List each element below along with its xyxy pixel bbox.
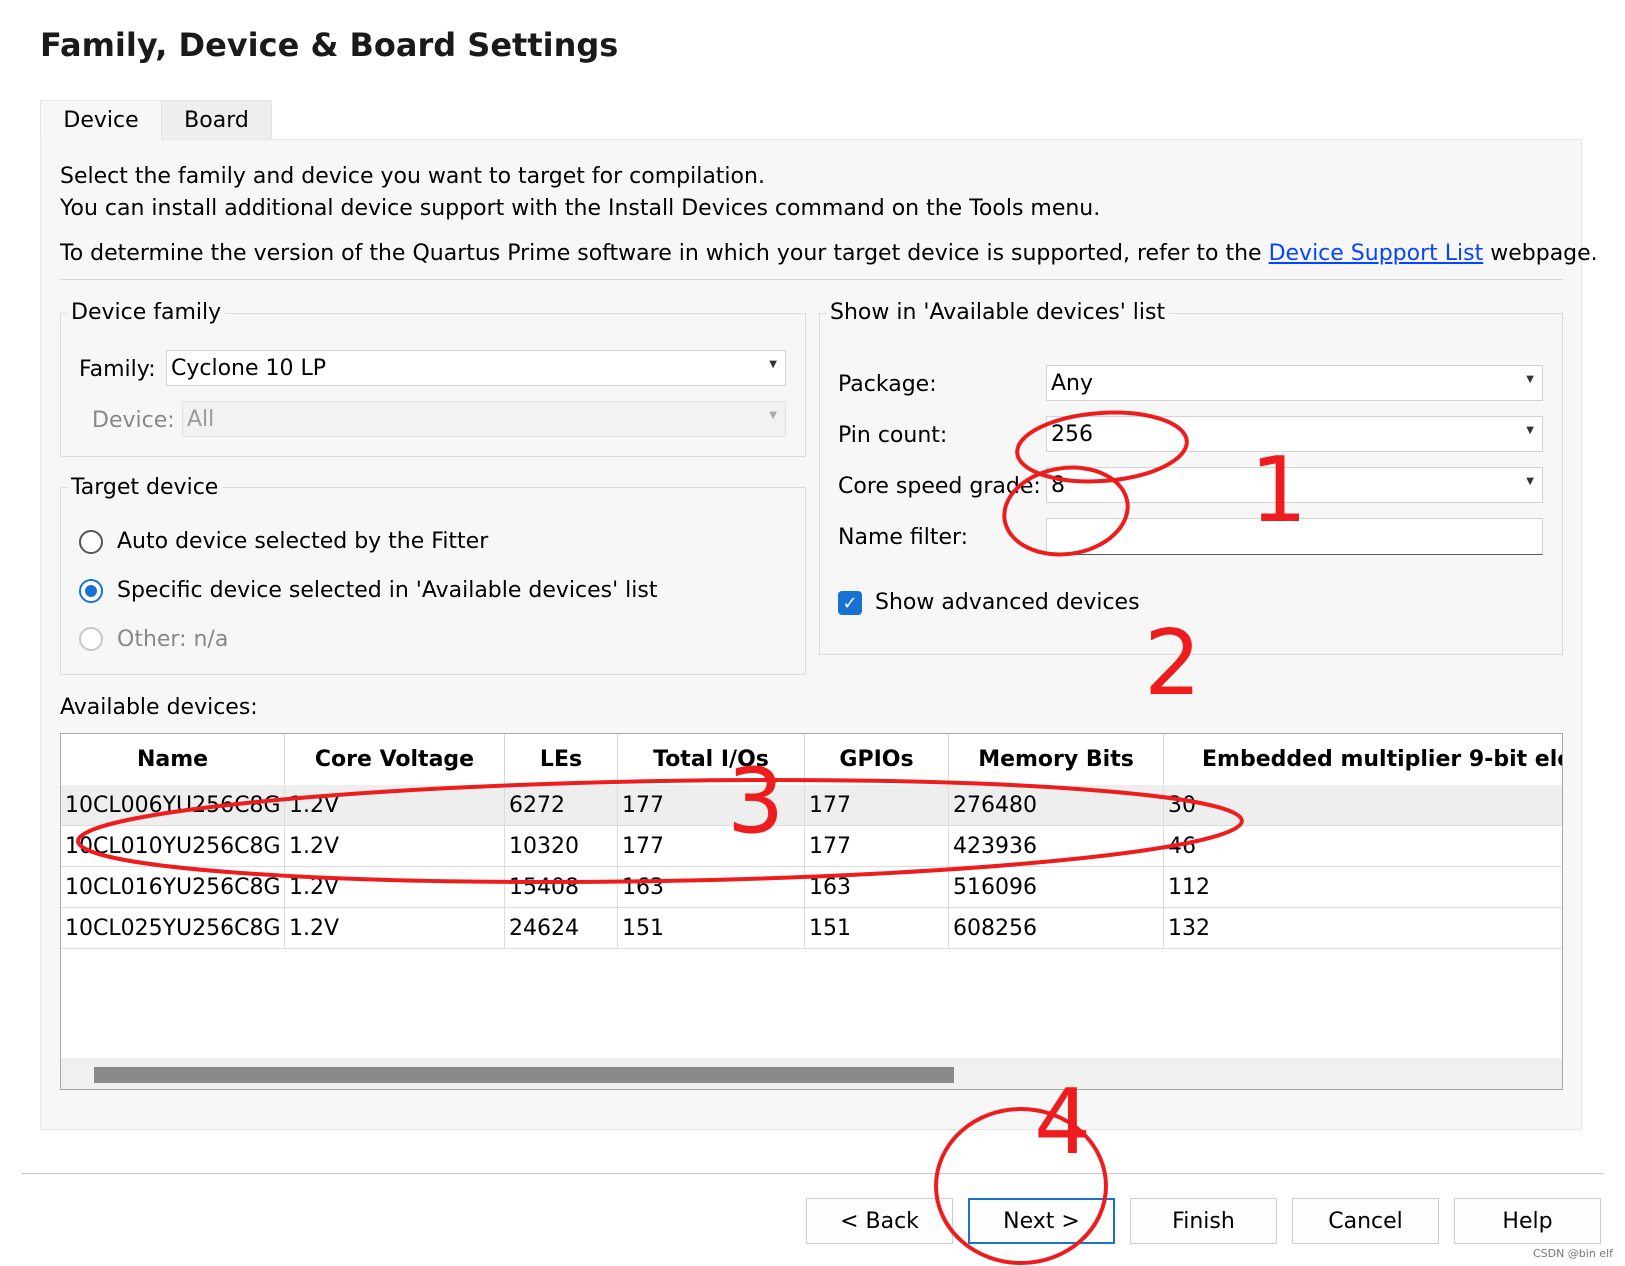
- scrollbar-thumb[interactable]: [94, 1067, 954, 1083]
- annotation-number-1: 1: [1250, 438, 1308, 543]
- cell-multipliers: 46: [1164, 826, 1562, 866]
- cell-core-voltage: 1.2V: [285, 908, 505, 948]
- pin-count-label: Pin count:: [838, 423, 948, 448]
- cell-name: 10CL025YU256C8G: [61, 908, 285, 948]
- cell-multipliers: 30: [1164, 785, 1562, 825]
- package-label: Package:: [838, 372, 937, 397]
- annotation-number-2: 2: [1144, 611, 1202, 716]
- speed-grade-value: 8: [1051, 472, 1065, 498]
- tab-device[interactable]: Device: [40, 100, 162, 140]
- intro-separator: [60, 279, 1563, 280]
- column-header-memory-bits[interactable]: Memory Bits: [949, 734, 1164, 784]
- cell-name: 10CL006YU256C8G: [61, 785, 285, 825]
- horizontal-scrollbar[interactable]: [61, 1058, 1562, 1089]
- available-devices-table: Name Core Voltage LEs Total I/Os GPIOs M…: [60, 733, 1563, 1090]
- cell-gpios: 163: [805, 867, 949, 907]
- show-advanced-checkbox[interactable]: ✓: [838, 591, 862, 615]
- intro-line-2: You can install additional device suppor…: [60, 196, 1101, 221]
- next-button[interactable]: Next >: [968, 1198, 1115, 1244]
- name-filter-label: Name filter:: [838, 525, 969, 550]
- cell-multipliers: 112: [1164, 867, 1562, 907]
- cell-memory-bits: 516096: [949, 867, 1164, 907]
- back-button[interactable]: < Back: [806, 1198, 953, 1244]
- help-button[interactable]: Help: [1454, 1198, 1601, 1244]
- chevron-down-icon: ▼: [1526, 374, 1534, 385]
- cell-les: 15408: [505, 867, 618, 907]
- other-device-label: Other: n/a: [117, 627, 229, 652]
- other-device-radio[interactable]: [79, 627, 103, 651]
- footer-separator: [22, 1173, 1604, 1174]
- package-combo[interactable]: Any ▼: [1046, 365, 1543, 401]
- family-combo[interactable]: Cyclone 10 LP ▼: [166, 350, 786, 386]
- target-device-title: Target device: [67, 475, 223, 500]
- cell-memory-bits: 276480: [949, 785, 1164, 825]
- chevron-down-icon: ▼: [769, 410, 777, 421]
- cell-name: 10CL016YU256C8G: [61, 867, 285, 907]
- device-value: All: [187, 406, 215, 432]
- cell-gpios: 177: [805, 785, 949, 825]
- cell-les: 24624: [505, 908, 618, 948]
- column-header-gpios[interactable]: GPIOs: [805, 734, 949, 784]
- tab-board[interactable]: Board: [161, 100, 272, 140]
- column-header-core-voltage[interactable]: Core Voltage: [285, 734, 505, 784]
- intro-line-3-text: To determine the version of the Quartus …: [60, 241, 1262, 266]
- cell-les: 10320: [505, 826, 618, 866]
- device-combo[interactable]: All ▼: [182, 401, 786, 437]
- cell-les: 6272: [505, 785, 618, 825]
- available-devices-label: Available devices:: [60, 695, 258, 720]
- device-family-title: Device family: [67, 300, 226, 325]
- annotation-number-3: 3: [727, 749, 785, 854]
- speed-grade-label: Core speed grade:: [838, 474, 1041, 499]
- cell-multipliers: 132: [1164, 908, 1562, 948]
- table-row[interactable]: 10CL016YU256C8G 1.2V 15408 163 163 51609…: [61, 867, 1562, 908]
- device-support-list-link[interactable]: Device Support List: [1269, 241, 1484, 266]
- cell-core-voltage: 1.2V: [285, 867, 505, 907]
- specific-device-radio[interactable]: [79, 579, 103, 603]
- show-advanced-label: Show advanced devices: [875, 590, 1140, 615]
- column-header-multipliers[interactable]: Embedded multiplier 9-bit elem: [1164, 734, 1562, 784]
- intro-line-1: Select the family and device you want to…: [60, 164, 765, 189]
- table-header: Name Core Voltage LEs Total I/Os GPIOs M…: [61, 734, 1562, 784]
- chevron-down-icon: ▼: [1526, 476, 1534, 487]
- cell-memory-bits: 423936: [949, 826, 1164, 866]
- chevron-down-icon: ▼: [1526, 425, 1534, 436]
- column-header-name[interactable]: Name: [61, 734, 285, 784]
- dialog-title: Family, Device & Board Settings: [40, 26, 619, 64]
- chevron-down-icon: ▼: [769, 359, 777, 370]
- finish-button[interactable]: Finish: [1130, 1198, 1277, 1244]
- cell-total-ios: 163: [618, 867, 805, 907]
- annotation-number-4: 4: [1034, 1070, 1092, 1175]
- cell-core-voltage: 1.2V: [285, 785, 505, 825]
- cell-core-voltage: 1.2V: [285, 826, 505, 866]
- cancel-button[interactable]: Cancel: [1292, 1198, 1439, 1244]
- table-row[interactable]: 10CL025YU256C8G 1.2V 24624 151 151 60825…: [61, 908, 1562, 949]
- watermark: CSDN @bin elf: [1532, 1247, 1613, 1260]
- cell-gpios: 177: [805, 826, 949, 866]
- cell-gpios: 151: [805, 908, 949, 948]
- show-list-title: Show in 'Available devices' list: [826, 300, 1170, 325]
- cell-memory-bits: 608256: [949, 908, 1164, 948]
- family-label: Family:: [79, 357, 156, 382]
- table-row[interactable]: 10CL006YU256C8G 1.2V 6272 177 177 276480…: [61, 785, 1562, 826]
- column-header-les[interactable]: LEs: [505, 734, 618, 784]
- package-value: Any: [1051, 370, 1094, 396]
- cell-name: 10CL010YU256C8G: [61, 826, 285, 866]
- check-icon: ✓: [842, 592, 858, 614]
- auto-device-radio[interactable]: [79, 530, 103, 554]
- intro-line-3: To determine the version of the Quartus …: [60, 241, 1598, 266]
- device-label: Device:: [92, 408, 175, 433]
- specific-device-label: Specific device selected in 'Available d…: [117, 578, 658, 603]
- pin-count-value: 256: [1051, 421, 1093, 447]
- auto-device-label: Auto device selected by the Fitter: [117, 529, 489, 554]
- family-value: Cyclone 10 LP: [171, 355, 327, 381]
- cell-total-ios: 151: [618, 908, 805, 948]
- intro-line-3-end: webpage.: [1490, 241, 1598, 266]
- table-row[interactable]: 10CL010YU256C8G 1.2V 10320 177 177 42393…: [61, 826, 1562, 867]
